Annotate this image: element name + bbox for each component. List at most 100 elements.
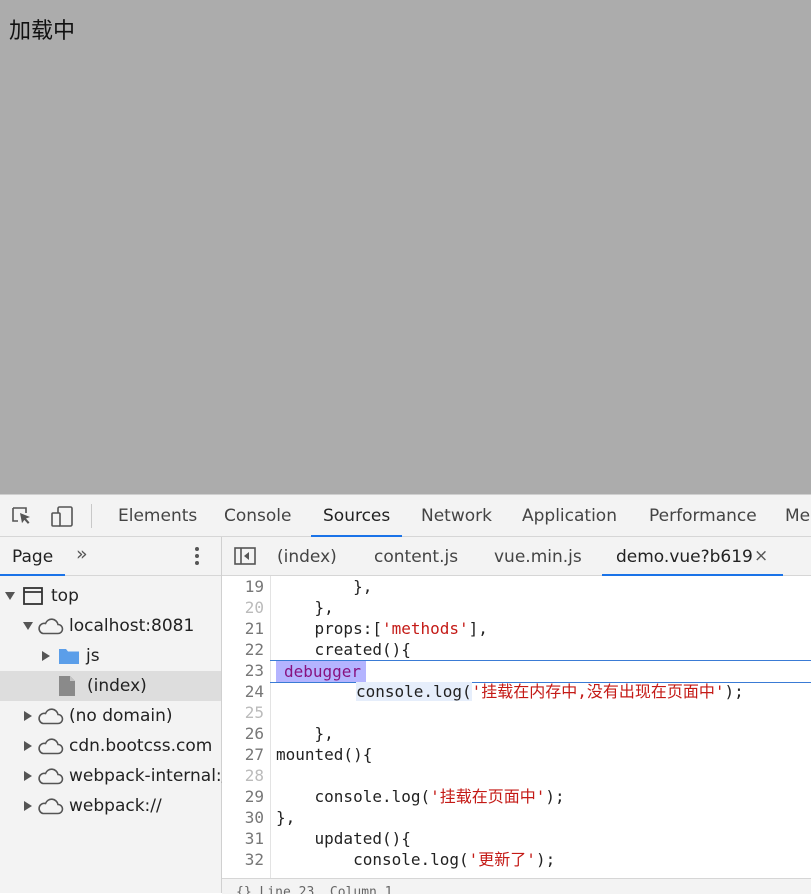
editor-tab-content-js[interactable]: content.js (374, 537, 458, 575)
code-line: 22 created(){ (222, 639, 811, 660)
line-number[interactable]: 21 (222, 618, 264, 639)
cursor-position: {} Line 23, Column 1 (236, 885, 393, 894)
tree-item-cdn[interactable]: cdn.bootcss.com (0, 731, 221, 761)
code-view[interactable]: 19 }, 20 }, 21 props:['methods'], 22 cre… (222, 576, 811, 878)
tree-item-js[interactable]: js (0, 641, 221, 671)
devtools-main-toolbar: Elements Console Sources Network Applica… (0, 495, 811, 537)
cloud-icon (38, 798, 64, 815)
inspect-element-icon[interactable] (10, 505, 34, 527)
tree-item-webpack[interactable]: webpack:// (0, 791, 221, 821)
toggle-navigator-icon[interactable] (234, 547, 256, 565)
tab-elements[interactable]: Elements (118, 495, 197, 536)
cloud-icon (38, 708, 64, 725)
code-line: 28 (222, 765, 811, 786)
debugger-statement: debugger (276, 661, 366, 682)
tree-item-webpack-internal[interactable]: webpack-internal:// (0, 761, 233, 791)
tab-page[interactable]: Page (0, 537, 66, 576)
tree-item-index[interactable]: (index) (0, 671, 221, 701)
line-number[interactable]: 24 (222, 681, 264, 702)
line-number[interactable]: 30 (222, 807, 264, 828)
tab-network[interactable]: Network (421, 495, 492, 536)
tab-memory[interactable]: Mer (785, 495, 811, 536)
line-number[interactable]: 22 (222, 639, 264, 660)
tree-item-label: top (51, 586, 79, 606)
code-line: 27 mounted(){ (222, 744, 811, 765)
source-editor: (index) content.js vue.min.js demo.vue?b… (222, 537, 811, 894)
code-line: 29 console.log('挂载在页面中'); (222, 786, 811, 807)
code-text: }, (276, 808, 296, 827)
collapsed-arrow-icon[interactable] (22, 800, 34, 812)
active-tab-indicator (0, 574, 66, 576)
tree-item-no-domain[interactable]: (no domain) (0, 701, 221, 731)
expanded-arrow-icon[interactable] (4, 590, 16, 602)
code-line: 31 updated(){ (222, 828, 811, 849)
code-text: }, (276, 598, 334, 617)
execution-line-highlight: debugger (270, 660, 811, 683)
code-line: 30 }, (222, 807, 811, 828)
line-number[interactable]: 32 (222, 849, 264, 870)
inspected-page: 加载中 (0, 0, 811, 494)
collapsed-arrow-icon[interactable] (22, 740, 34, 752)
string-literal: '更新了' (468, 850, 536, 869)
line-number[interactable]: 31 (222, 828, 264, 849)
code-text: console.log('更新了'); (276, 850, 556, 869)
code-text: }, (276, 724, 334, 743)
cloud-icon (38, 768, 64, 785)
code-text: mounted(){ (276, 745, 373, 764)
code-text: console.log('挂载在页面中'); (276, 787, 565, 806)
tree-item-label: (index) (87, 676, 147, 696)
close-tab-icon[interactable]: × (754, 546, 768, 566)
cloud-icon (38, 618, 64, 635)
cloud-icon (38, 738, 64, 755)
tree-item-top[interactable]: top (0, 581, 221, 611)
tab-performance[interactable]: Performance (649, 495, 757, 536)
collapsed-arrow-icon[interactable] (40, 650, 52, 662)
code-line: 26 }, (222, 723, 811, 744)
tree-item-label: js (86, 646, 100, 666)
line-number[interactable]: 19 (222, 576, 264, 597)
toolbar-separator (91, 504, 92, 528)
code-line: 19 }, (222, 576, 811, 597)
code-text: created(){ (276, 640, 411, 659)
folder-icon (59, 649, 79, 664)
code-line: 25 (222, 702, 811, 723)
tab-application[interactable]: Application (522, 495, 617, 536)
more-tabs-button[interactable]: » (76, 543, 88, 565)
loading-text: 加载中 (9, 19, 76, 44)
navigator-header: Page » (0, 537, 221, 576)
code-text: updated(){ (276, 829, 411, 848)
line-number[interactable]: 29 (222, 786, 264, 807)
editor-tab-demo-vue[interactable]: demo.vue?b619 (602, 537, 783, 576)
line-number[interactable]: 23 (222, 660, 264, 681)
code-line-paused: 23 debugger (222, 660, 811, 683)
string-literal: 'methods' (381, 619, 469, 638)
collapsed-arrow-icon[interactable] (22, 770, 34, 782)
frame-icon (23, 587, 43, 605)
line-number[interactable]: 26 (222, 723, 264, 744)
code-text: props:['methods'], (276, 619, 488, 638)
tab-console[interactable]: Console (224, 495, 292, 536)
string-literal: '挂载在内存中,没有出现在页面中' (471, 682, 725, 701)
line-number[interactable]: 25 (222, 702, 264, 723)
expanded-arrow-icon[interactable] (22, 620, 34, 632)
tree-item-label: webpack-internal:// (69, 766, 234, 786)
editor-tab-index[interactable]: (index) (277, 537, 337, 575)
device-toolbar-icon[interactable] (50, 505, 74, 527)
tree-item-localhost[interactable]: localhost:8081 (0, 611, 221, 641)
collapsed-arrow-icon[interactable] (22, 710, 34, 722)
editor-tab-bar: (index) content.js vue.min.js demo.vue?b… (222, 537, 811, 576)
file-icon (59, 676, 75, 696)
kebab-menu-icon[interactable] (192, 545, 202, 567)
code-text: console.log('挂载在内存中,没有出现在页面中'); (356, 682, 744, 701)
tab-sources[interactable]: Sources (311, 495, 403, 537)
tree-item-label: webpack:// (69, 796, 162, 816)
code-line: 32 console.log('更新了'); (222, 849, 811, 870)
tree-item-label: cdn.bootcss.com (69, 736, 213, 756)
editor-tab-vue-min-js[interactable]: vue.min.js (494, 537, 582, 575)
line-number[interactable]: 27 (222, 744, 264, 765)
line-number[interactable]: 28 (222, 765, 264, 786)
string-literal: '挂载在页面中' (430, 787, 546, 806)
line-number[interactable]: 20 (222, 597, 264, 618)
navigator-pane: Page » top localhost:8081 js (index) (no… (0, 537, 233, 893)
devtools-panel: Elements Console Sources Network Applica… (0, 494, 811, 894)
